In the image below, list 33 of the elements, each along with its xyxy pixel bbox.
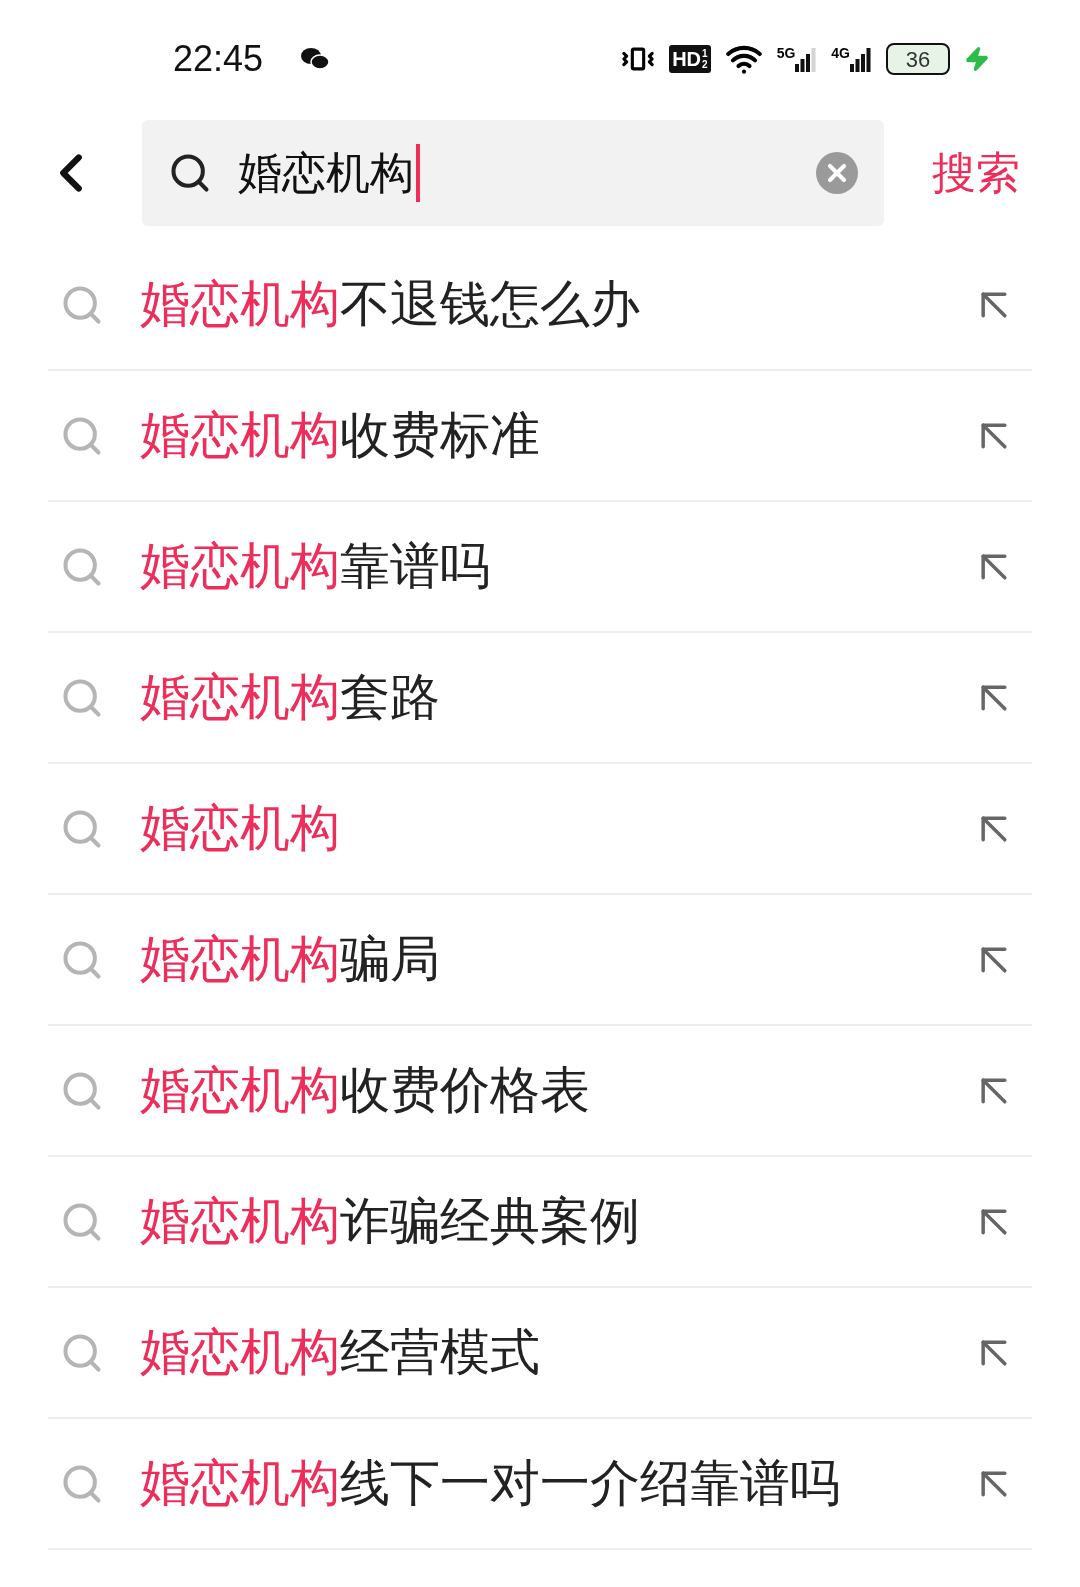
suggestion-text: 婚恋机构收费价格表 xyxy=(140,1061,590,1120)
suggestion-text: 婚恋机构收费标准 xyxy=(140,406,540,465)
search-icon xyxy=(168,151,212,195)
suggestion-item[interactable]: 婚恋机构经营模式 xyxy=(48,1288,1032,1419)
suggestion-item[interactable]: 婚恋机构靠谱吗 xyxy=(48,502,1032,633)
suggestion-text: 婚恋机构套路 xyxy=(140,668,440,727)
clear-button[interactable] xyxy=(816,152,858,194)
suggestion-text: 婚恋机构骗局 xyxy=(140,930,440,989)
search-field[interactable]: 婚恋机构 xyxy=(142,120,884,226)
suggestion-item[interactable]: 婚恋机构 xyxy=(48,764,1032,895)
signal-icon xyxy=(795,46,818,72)
suggestion-item[interactable]: 婚恋机构收费标准 xyxy=(48,371,1032,502)
search-button[interactable]: 搜索 xyxy=(932,140,1020,206)
suggestion-text: 婚恋机构不退钱怎么办 xyxy=(140,275,640,334)
suggestion-text: 婚恋机构诈骗经典案例 xyxy=(140,1192,640,1251)
suggestion-item[interactable]: 婚恋机构诈骗经典案例 xyxy=(48,1157,1032,1288)
suggestion-item[interactable]: 婚恋机构套路 xyxy=(48,633,1032,764)
search-query: 婚恋机构 xyxy=(238,147,414,199)
text-cursor xyxy=(416,144,420,202)
status-time: 22:45 xyxy=(173,37,264,81)
network-label: 5G xyxy=(776,46,796,60)
suggestion-item[interactable]: 婚恋机构收费价格表 xyxy=(48,1026,1032,1157)
signal-icon xyxy=(850,46,872,72)
chat-bubbles-icon xyxy=(301,47,330,71)
suggestion-text: 婚恋机构线下一对一介绍靠谱吗 xyxy=(140,1454,840,1513)
network-label: 4G xyxy=(831,46,850,60)
suggestion-text: 婚恋机构 xyxy=(140,799,340,858)
suggestion-item[interactable]: 婚恋机构线下一对一介绍靠谱吗 xyxy=(48,1419,1032,1550)
suggestion-text: 婚恋机构靠谱吗 xyxy=(140,537,490,596)
suggestion-item[interactable]: 婚恋机构不退钱怎么办 xyxy=(48,240,1032,371)
suggestion-item[interactable]: 婚恋机构骗局 xyxy=(48,895,1032,1026)
suggestion-text: 婚恋机构经营模式 xyxy=(140,1323,540,1382)
battery-indicator: 36 xyxy=(886,43,950,75)
